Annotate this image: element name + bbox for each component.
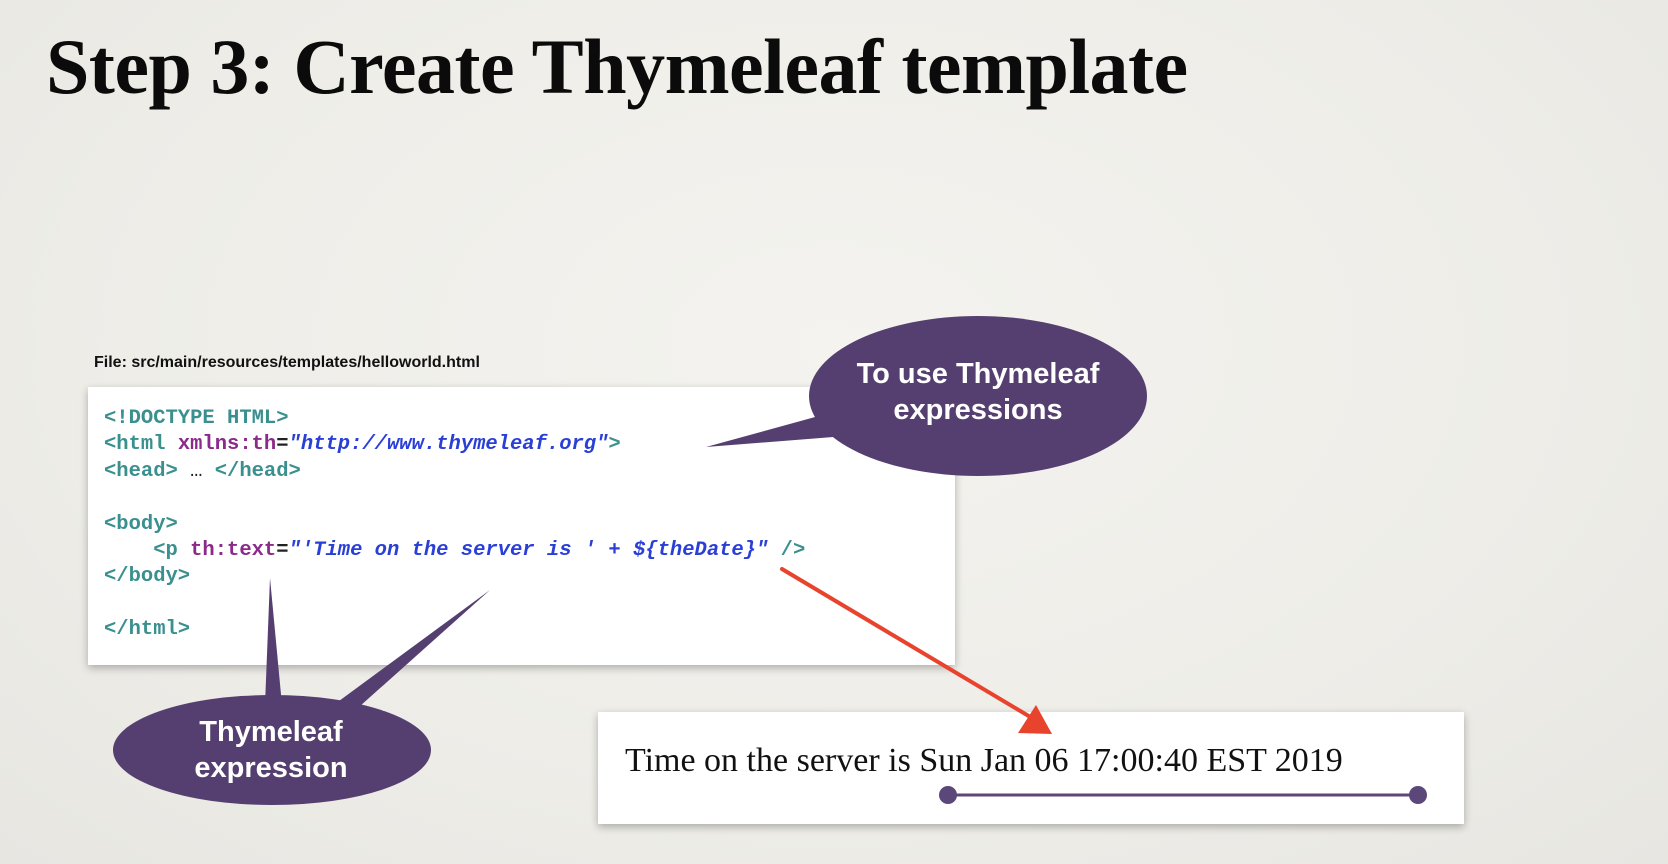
callout-expression: Thymeleaf expression <box>112 714 430 786</box>
date-underline-icon <box>939 786 1427 804</box>
callout-namespace-line1: To use Thymeleaf <box>856 358 1100 390</box>
callout-expression-line2: expression <box>194 752 348 784</box>
red-arrow-icon <box>780 567 1052 734</box>
callout-expression-line1: Thymeleaf <box>199 716 343 748</box>
callout-namespace: To use Thymeleaf expressions <box>790 356 1166 428</box>
callout-namespace-line2: expressions <box>893 394 1063 426</box>
